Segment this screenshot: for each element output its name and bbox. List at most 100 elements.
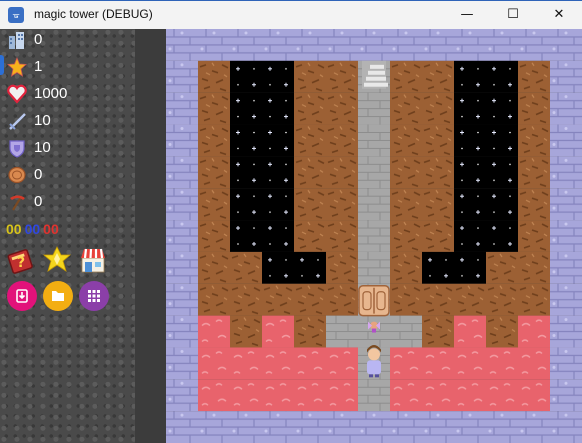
- coin-icon: [8, 166, 26, 184]
- tile-starry-void: [454, 251, 486, 284]
- tile-starry-void: [422, 251, 454, 284]
- tile-dirt-ground: [326, 60, 358, 93]
- tile-stone-wall: [550, 251, 582, 284]
- tile-dirt-ground: [326, 283, 358, 316]
- tile-stone-wall: [166, 60, 198, 93]
- heart-icon: [7, 84, 27, 104]
- tile-lava: [518, 379, 550, 412]
- tile-dirt-ground: [422, 60, 454, 93]
- tile-stone-wall: [422, 411, 454, 443]
- tile-dirt-ground: [198, 251, 230, 284]
- tile-dirt-ground: [326, 124, 358, 157]
- experience-value: 0: [34, 193, 43, 210]
- tile-lava: [518, 315, 550, 348]
- tile-starry-void: [230, 220, 262, 252]
- tile-stone-wall: [166, 156, 198, 189]
- tile-dirt-ground: [230, 315, 262, 348]
- tile-starry-void: [230, 92, 262, 125]
- pickaxe-icon: [10, 195, 25, 211]
- floor-value: 0: [34, 31, 43, 48]
- monster-book-icon[interactable]: ?: [6, 245, 36, 275]
- tile-stone-wall: [294, 411, 326, 443]
- tile-stone-wall: [550, 379, 582, 412]
- tile-stone-wall: [550, 347, 582, 380]
- tile-stone-wall: [550, 92, 582, 125]
- tile-gray-floor: [358, 156, 390, 189]
- tile-dirt-ground: [294, 188, 326, 221]
- tile-dirt-ground: [518, 92, 550, 125]
- app-icon: ᚗ: [8, 7, 24, 23]
- tile-stone-wall: [166, 347, 198, 380]
- tile-dirt-ground: [518, 251, 550, 284]
- minimize-button[interactable]: —: [444, 1, 490, 29]
- tile-dirt-ground: [326, 251, 358, 284]
- game-map[interactable]: [166, 29, 582, 443]
- tile-stone-wall: [326, 29, 358, 61]
- tile-stone-wall: [550, 411, 582, 443]
- tile-gray-floor: [390, 315, 422, 348]
- tile-dirt-ground: [198, 283, 230, 316]
- tile-dirt-ground: [390, 92, 422, 125]
- save-icon: [16, 289, 28, 303]
- tile-lava: [454, 347, 486, 380]
- fly-star-icon[interactable]: [42, 245, 72, 275]
- tile-starry-void: [262, 92, 294, 125]
- tile-starry-void: [454, 220, 486, 252]
- tile-lava: [294, 379, 326, 412]
- tile-lava: [198, 379, 230, 412]
- maximize-button[interactable]: ☐: [490, 1, 536, 29]
- tile-dirt-ground: [454, 283, 486, 316]
- tile-starry-void: [262, 251, 294, 284]
- tile-stone-wall: [198, 411, 230, 443]
- tile-dirt-ground: [230, 251, 262, 284]
- tile-starry-void: [262, 124, 294, 157]
- tile-stone-wall: [166, 283, 198, 316]
- tile-dirt-ground: [518, 220, 550, 252]
- tile-gray-floor: [358, 92, 390, 125]
- tile-dirt-ground: [390, 60, 422, 93]
- door-tile[interactable]: [358, 285, 390, 317]
- tile-gray-floor: [358, 124, 390, 157]
- svg-text:?: ?: [17, 255, 25, 271]
- tile-dirt-ground: [518, 283, 550, 316]
- tile-dirt-ground: [422, 124, 454, 157]
- tile-dirt-ground: [422, 156, 454, 189]
- tile-lava: [454, 379, 486, 412]
- menu-grid-icon: [88, 290, 100, 302]
- load-button[interactable]: [43, 281, 73, 311]
- red-key-count: 00: [43, 221, 59, 237]
- menu-button[interactable]: [79, 281, 109, 311]
- tile-lava: [262, 315, 294, 348]
- tile-dirt-ground: [326, 92, 358, 125]
- sword-icon: [9, 113, 26, 130]
- tile-stone-wall: [518, 29, 550, 61]
- tile-dirt-ground: [294, 124, 326, 157]
- save-button[interactable]: [7, 281, 37, 311]
- tile-stone-wall: [550, 220, 582, 252]
- tile-lava: [454, 315, 486, 348]
- tile-starry-void: [454, 156, 486, 189]
- tile-starry-void: [294, 251, 326, 284]
- tile-dirt-ground: [294, 92, 326, 125]
- focus-indicator: [0, 55, 4, 75]
- tile-starry-void: [486, 188, 518, 221]
- stat-experience: 0: [7, 191, 127, 213]
- attack-value: 10: [34, 112, 51, 129]
- tile-dirt-ground: [390, 251, 422, 284]
- shop-icon[interactable]: [78, 245, 108, 275]
- tile-stone-wall: [166, 220, 198, 252]
- tile-stone-wall: [390, 29, 422, 61]
- tile-stone-wall: [550, 29, 582, 61]
- tile-gray-floor: [358, 220, 390, 252]
- close-button[interactable]: ✕: [536, 1, 582, 29]
- tile-dirt-ground: [518, 60, 550, 93]
- tile-dirt-ground: [390, 188, 422, 221]
- tile-stone-wall: [358, 29, 390, 61]
- upstairs-tile[interactable]: [362, 60, 388, 89]
- tile-starry-void: [230, 60, 262, 93]
- tile-stone-wall: [262, 411, 294, 443]
- stat-gold: 0: [7, 164, 127, 186]
- tile-stone-wall: [166, 411, 198, 443]
- hero-player[interactable]: [367, 344, 381, 378]
- tile-starry-void: [486, 220, 518, 252]
